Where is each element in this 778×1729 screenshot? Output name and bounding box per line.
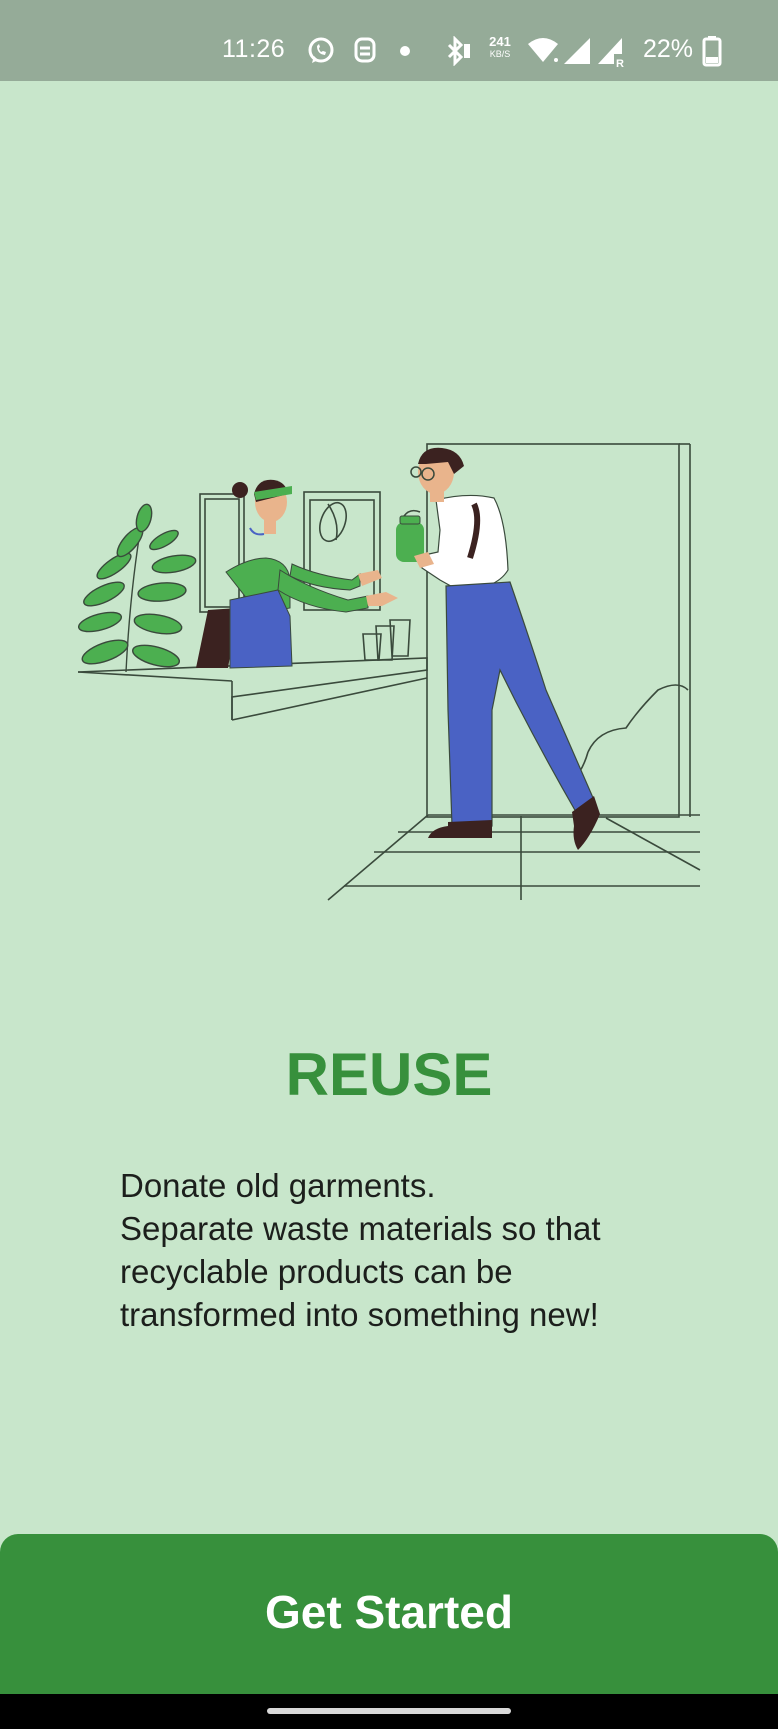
get-started-button[interactable]: Get Started: [0, 1534, 778, 1694]
signal-icon: [562, 36, 592, 71]
barista-figure: [196, 479, 398, 669]
dot-icon: [398, 44, 412, 63]
signal-roaming-icon: R: [596, 36, 628, 73]
net-speed-unit: KB/S: [489, 49, 511, 59]
battery-percent: 22%: [643, 35, 694, 63]
battery-icon: [702, 35, 722, 72]
description-line: transformed into something new!: [120, 1296, 599, 1333]
description: Donate old garments. Separate waste mate…: [120, 1164, 740, 1336]
reuse-illustration-art: [77, 443, 701, 901]
description-line: Separate waste materials so that: [120, 1210, 601, 1247]
home-gesture-handle[interactable]: [267, 1708, 511, 1714]
navigation-bar: [0, 1694, 778, 1729]
bluetooth-icon: [442, 35, 472, 71]
svg-text:R: R: [616, 58, 624, 68]
jar: [396, 509, 424, 562]
reuse-illustration: [77, 440, 702, 902]
onboarding-screen: 11:26 241 KB/S R 22% REUSE Donate old ga…: [0, 0, 778, 1729]
whatsapp-icon: [306, 36, 336, 71]
wifi-icon: [526, 36, 560, 71]
customer-figure: [410, 447, 600, 850]
status-time: 11:26: [222, 35, 286, 63]
message-icon: [352, 36, 378, 71]
net-speed-value: 241: [489, 34, 511, 49]
page-title: REUSE: [285, 1041, 493, 1108]
description-line: recyclable products can be: [120, 1253, 513, 1290]
net-speed: 241 KB/S: [484, 34, 516, 60]
plant: [77, 503, 197, 673]
status-bar: 11:26 241 KB/S R 22%: [0, 0, 778, 81]
description-line: Donate old garments.: [120, 1167, 436, 1204]
